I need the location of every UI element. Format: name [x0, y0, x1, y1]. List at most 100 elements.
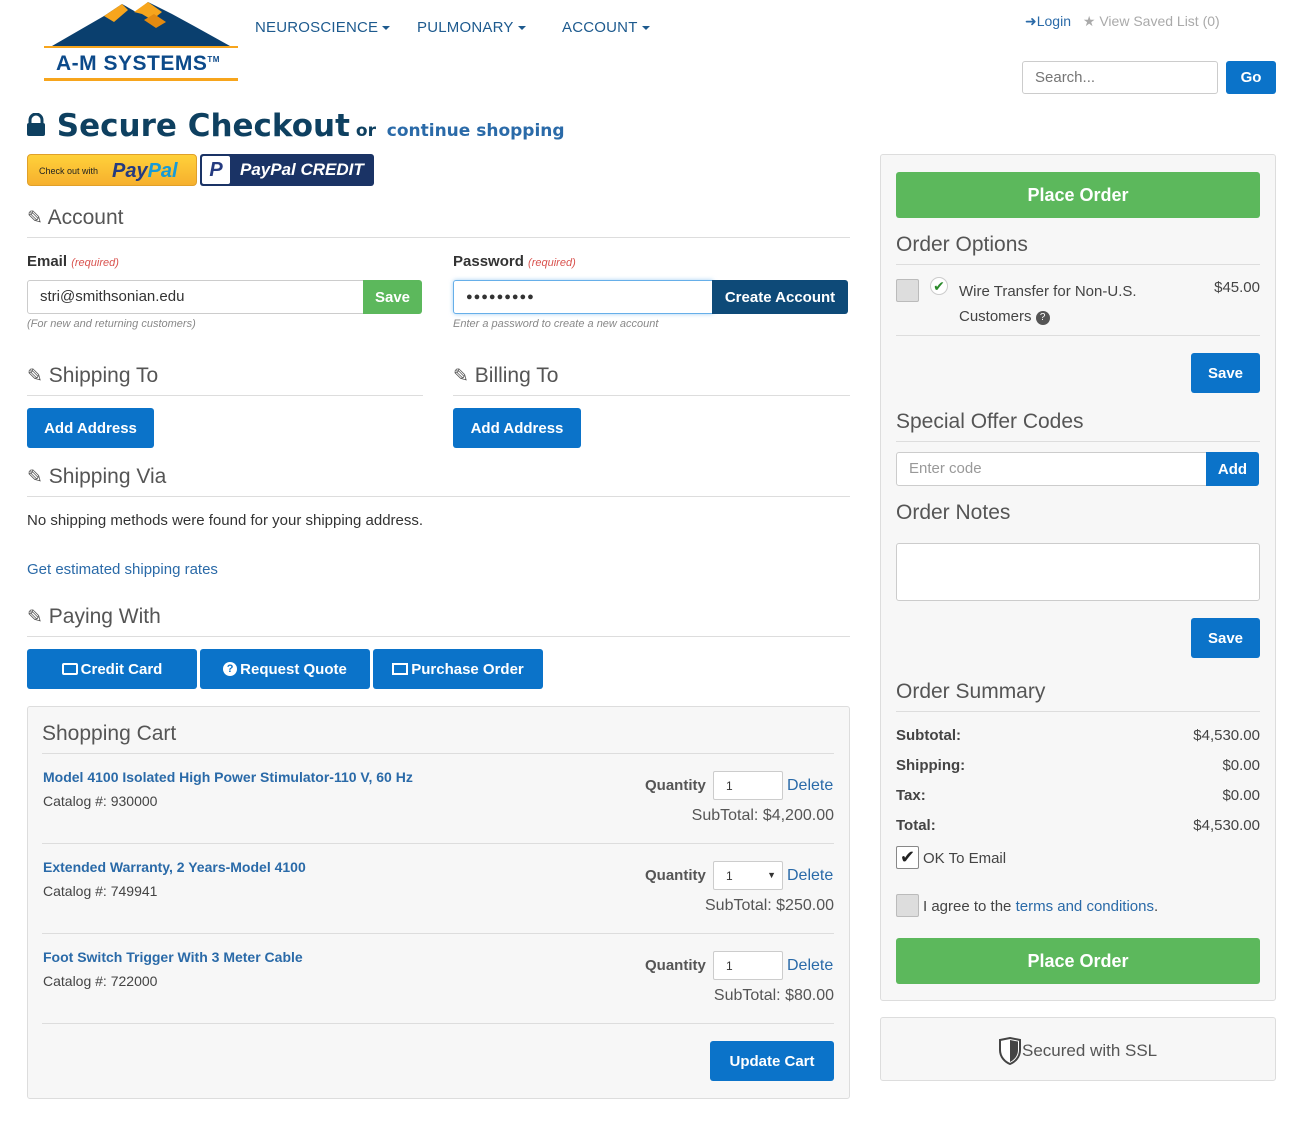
- pencil-icon: ✎: [27, 467, 43, 488]
- add-shipping-address-button[interactable]: Add Address: [27, 408, 154, 448]
- agree-terms-checkbox[interactable]: [896, 894, 919, 917]
- password-help: Enter a password to create a new account: [453, 318, 659, 330]
- caret-down-icon: [517, 26, 526, 31]
- billing-to-heading: ✎ Billing To: [453, 364, 559, 387]
- estimated-shipping-link[interactable]: Get estimated shipping rates: [27, 561, 218, 578]
- paypal-p-icon: P: [202, 156, 230, 184]
- offer-code-input[interactable]: Enter code: [896, 452, 1207, 486]
- order-notes-save-button[interactable]: Save: [1191, 618, 1260, 658]
- brand-logo-text: A-M SYSTEMSTM: [56, 52, 220, 75]
- shipping-label: Shipping:: [896, 757, 966, 774]
- order-options-heading: Order Options: [896, 233, 1028, 256]
- wire-transfer-price: $45.00: [1214, 279, 1260, 296]
- request-quote-button[interactable]: ? Request Quote: [200, 649, 370, 689]
- shield-icon: [999, 1037, 1021, 1065]
- email-help: (For new and returning customers): [27, 318, 196, 330]
- credit-card-icon: [61, 663, 78, 675]
- cart-item-name[interactable]: Foot Switch Trigger With 3 Meter Cable: [43, 949, 303, 965]
- pencil-icon: ✎: [453, 366, 469, 387]
- purchase-order-button[interactable]: Purchase Order: [373, 649, 543, 689]
- delete-item-link[interactable]: Delete: [787, 957, 833, 975]
- cart-item-name[interactable]: Extended Warranty, 2 Years-Model 4100: [43, 859, 306, 875]
- add-code-button[interactable]: Add: [1206, 452, 1259, 486]
- item-subtotal: SubTotal: $4,200.00: [691, 807, 834, 824]
- delete-item-link[interactable]: Delete: [787, 777, 833, 795]
- order-options-save-button[interactable]: Save: [1191, 353, 1260, 393]
- order-notes-textarea[interactable]: [896, 543, 1260, 601]
- wire-transfer-checkbox[interactable]: [896, 279, 919, 302]
- search-go-button[interactable]: Go: [1226, 61, 1276, 94]
- page-title: Secure Checkout or continue shopping: [26, 108, 565, 144]
- star-icon: ★: [1082, 13, 1096, 29]
- question-circle-icon[interactable]: ?: [1035, 310, 1050, 325]
- total-value: $4,530.00: [1193, 817, 1260, 834]
- terms-link[interactable]: terms and conditions: [1016, 898, 1154, 915]
- ssl-badge: Secured with SSL: [880, 1017, 1276, 1081]
- agree-terms-label: I agree to the terms and conditions.: [923, 898, 1159, 915]
- nav-neuroscience[interactable]: NEUROSCIENCE: [255, 19, 391, 36]
- qty-select[interactable]: 1 ▼: [713, 861, 783, 890]
- continue-shopping-link[interactable]: continue shopping: [387, 121, 565, 141]
- nav-pulmonary[interactable]: PULMONARY: [417, 19, 526, 36]
- paying-with-heading: ✎ Paying With: [27, 605, 161, 628]
- pencil-icon: ✎: [27, 208, 43, 229]
- password-label: Password (required): [453, 253, 576, 270]
- subtotal-label: Subtotal:: [896, 727, 961, 744]
- subtotal-value: $4,530.00: [1193, 727, 1260, 744]
- email-field[interactable]: stri@smithsonian.edu: [27, 280, 364, 314]
- qty-label: Quantity: [645, 957, 706, 974]
- order-notes-heading: Order Notes: [896, 501, 1011, 524]
- place-order-button-top[interactable]: Place Order: [896, 172, 1260, 218]
- cart-item-catalog: Catalog #: 722000: [43, 973, 158, 989]
- cart-item-catalog: Catalog #: 930000: [43, 793, 158, 809]
- email-save-button[interactable]: Save: [363, 280, 422, 314]
- shipping-via-heading: ✎ Shipping Via: [27, 465, 167, 488]
- qty-input[interactable]: 1: [713, 951, 783, 980]
- account-heading: ✎ Account: [27, 206, 124, 229]
- qty-label: Quantity: [645, 867, 706, 884]
- pencil-icon: ✎: [27, 607, 43, 628]
- wire-transfer-label: Wire Transfer for Non-U.S. Customers ?: [959, 283, 1137, 325]
- credit-card-button[interactable]: Credit Card: [27, 649, 197, 689]
- total-label: Total:: [896, 817, 936, 834]
- tax-value: $0.00: [1222, 787, 1260, 804]
- shipping-value: $0.00: [1222, 757, 1260, 774]
- paypal-checkout-button[interactable]: Check out with PayPal: [27, 154, 197, 186]
- order-summary-heading: Order Summary: [896, 680, 1046, 703]
- cart-item-name[interactable]: Model 4100 Isolated High Power Stimulato…: [43, 769, 413, 785]
- pencil-icon: ✎: [27, 366, 43, 387]
- ok-email-checkbox[interactable]: ✔: [896, 846, 919, 869]
- cart-item-catalog: Catalog #: 749941: [43, 883, 158, 899]
- login-link[interactable]: ➜Login: [1025, 13, 1071, 29]
- shipping-to-heading: ✎ Shipping To: [27, 364, 159, 387]
- add-billing-address-button[interactable]: Add Address: [453, 408, 581, 448]
- caret-down-icon: [641, 26, 650, 31]
- no-shipping-message: No shipping methods were found for your …: [27, 512, 424, 529]
- item-subtotal: SubTotal: $80.00: [713, 987, 834, 1004]
- qty-label: Quantity: [645, 777, 706, 794]
- saved-list-link[interactable]: ★ View Saved List (0): [1083, 13, 1220, 29]
- tax-label: Tax:: [896, 787, 926, 804]
- list-alt-icon: [392, 663, 409, 675]
- update-cart-button[interactable]: Update Cart: [710, 1041, 834, 1081]
- question-circle-icon: ?: [223, 662, 238, 676]
- password-field[interactable]: ●●●●●●●●●: [453, 280, 713, 314]
- caret-down-icon: [382, 26, 391, 31]
- nav-account[interactable]: ACCOUNT: [562, 19, 650, 36]
- place-order-button-bottom[interactable]: Place Order: [896, 938, 1260, 984]
- special-offer-heading: Special Offer Codes: [896, 410, 1084, 433]
- lock-icon: [27, 112, 45, 136]
- delete-item-link[interactable]: Delete: [787, 867, 833, 885]
- ok-email-label: OK To Email: [923, 850, 1007, 867]
- create-account-button[interactable]: Create Account: [712, 280, 848, 314]
- check-circle-icon: ✔: [930, 277, 948, 295]
- search-input[interactable]: [1022, 61, 1218, 94]
- checkmark-icon: ✔: [899, 847, 916, 867]
- select-arrow-icon: ▼: [767, 870, 776, 880]
- paypal-credit-button[interactable]: P PayPal CREDIT: [200, 154, 374, 186]
- sign-in-icon: ➜: [1025, 13, 1037, 29]
- email-label: Email (required): [27, 253, 119, 270]
- qty-input[interactable]: 1: [713, 771, 783, 800]
- cart-title: Shopping Cart: [42, 722, 177, 745]
- item-subtotal: SubTotal: $250.00: [705, 897, 834, 914]
